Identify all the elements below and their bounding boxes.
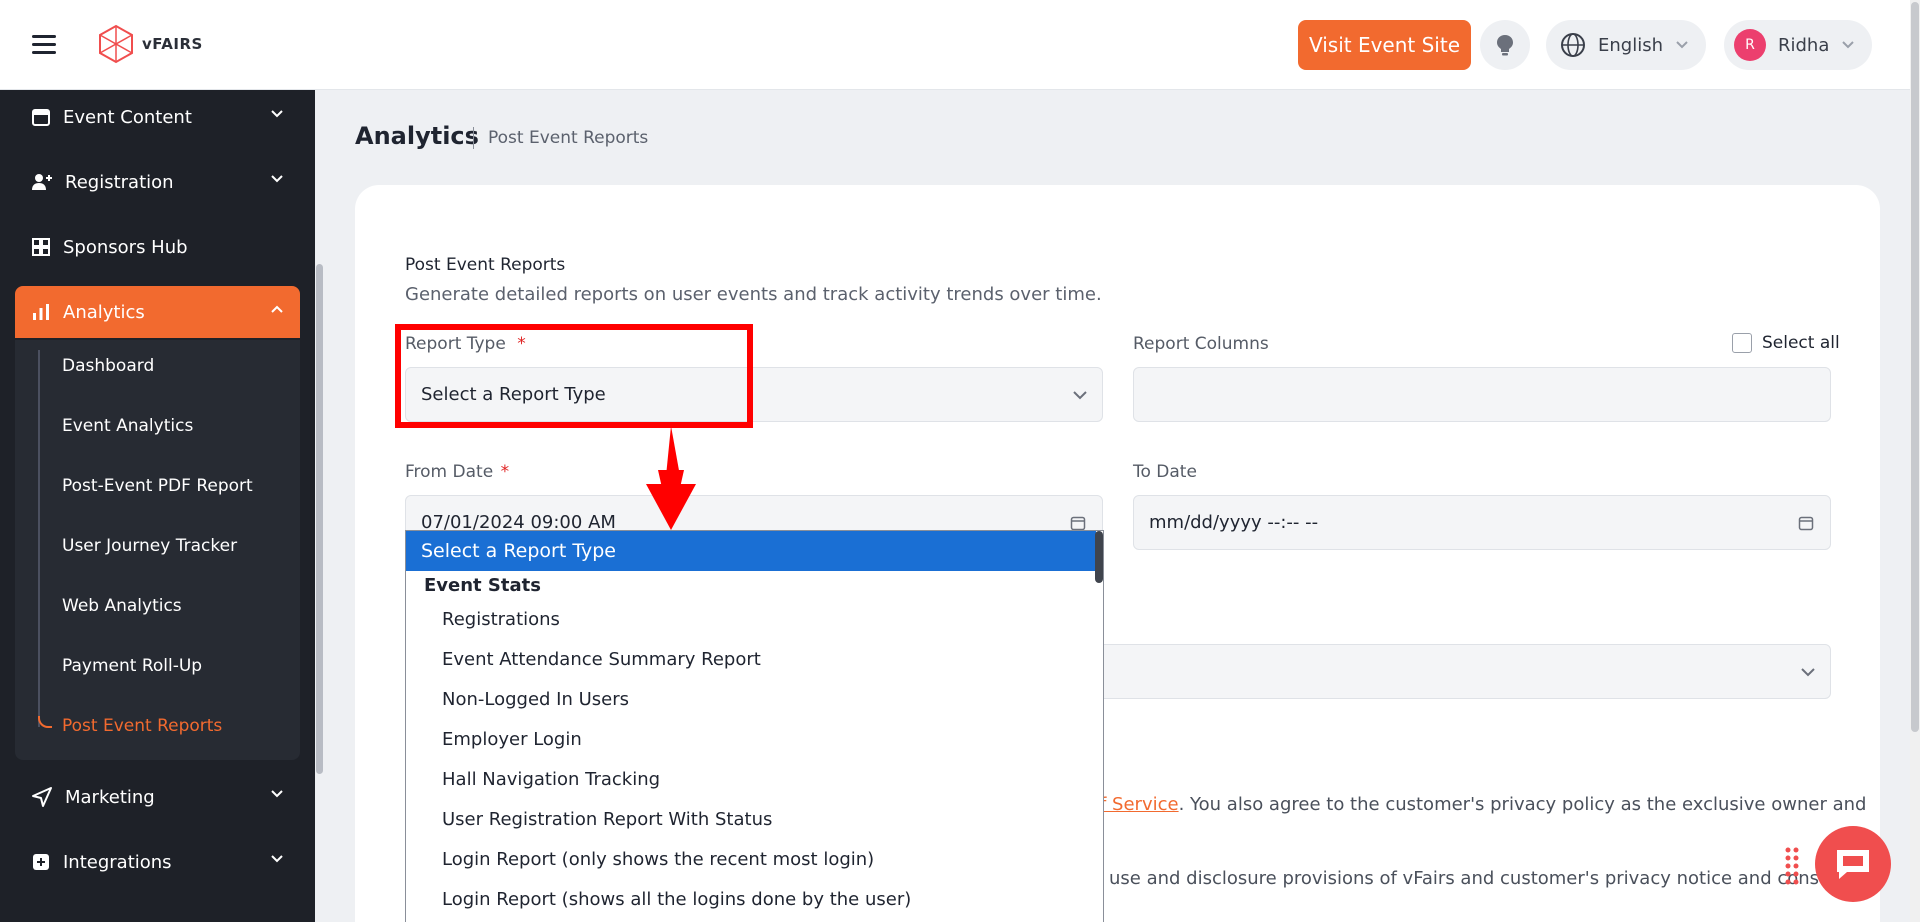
- sidebar-subitem-user-journey-tracker[interactable]: User Journey Tracker: [62, 536, 237, 556]
- to-date-placeholder: mm/dd/yyyy --:-- --: [1149, 512, 1319, 533]
- report-columns-label: Report Columns: [1133, 334, 1269, 354]
- sidebar-item-label: Sponsors Hub: [63, 236, 188, 258]
- to-date-label: To Date: [1133, 462, 1197, 482]
- user-plus-icon: [32, 174, 52, 190]
- calendar-icon[interactable]: [1798, 515, 1814, 531]
- terms-text-content: . You also agree to the customer's priva…: [1178, 794, 1867, 815]
- required-mark: *: [500, 462, 510, 482]
- dropdown-scrollbar[interactable]: [1095, 531, 1103, 583]
- calendar-icon: [32, 109, 50, 126]
- terms-text: f Service. You also agree to the custome…: [1100, 794, 1866, 815]
- dropdown-option[interactable]: Employer Login: [406, 723, 1096, 755]
- chevron-down-icon: [271, 175, 283, 183]
- menu-icon[interactable]: [32, 35, 56, 55]
- logo-text: vFAIRS: [142, 35, 203, 53]
- sidebar-item-analytics[interactable]: Analytics: [15, 286, 300, 338]
- sidebar-item-registration[interactable]: Registration: [15, 156, 300, 208]
- sidebar-item-event-content[interactable]: Event Content: [15, 91, 300, 143]
- sidebar-item-label: Marketing: [65, 786, 155, 808]
- to-date-input[interactable]: mm/dd/yyyy --:-- --: [1133, 495, 1831, 550]
- page-scrollbar[interactable]: [1911, 2, 1919, 732]
- drag-handle-icon[interactable]: [1784, 846, 1800, 888]
- report-type-dropdown[interactable]: Select a Report Type Event Stats Registr…: [405, 530, 1104, 922]
- bar-chart-icon: [33, 304, 49, 320]
- sidebar-scrollbar[interactable]: [316, 264, 323, 774]
- sidebar-subitem-payment-roll-up[interactable]: Payment Roll-Up: [62, 656, 202, 676]
- sidebar-item-integrations[interactable]: Integrations: [15, 836, 300, 888]
- chevron-down-icon: [271, 110, 283, 118]
- sidebar-item-label: Integrations: [63, 851, 172, 873]
- from-date-label-text: From Date: [405, 462, 494, 482]
- visit-event-site-button[interactable]: Visit Event Site: [1298, 20, 1471, 70]
- dropdown-option[interactable]: Login Report (shows all the logins done …: [406, 883, 1096, 915]
- hidden-select-field[interactable]: [1080, 644, 1831, 699]
- sidebar-subitem-web-analytics[interactable]: Web Analytics: [62, 596, 182, 616]
- send-icon: [32, 787, 52, 807]
- section-description: Generate detailed reports on user events…: [405, 284, 1102, 305]
- chat-button[interactable]: [1815, 826, 1891, 902]
- chevron-down-icon: [271, 855, 283, 863]
- dropdown-option-selected[interactable]: Select a Report Type: [406, 531, 1096, 571]
- breadcrumb: Post Event Reports: [488, 128, 649, 148]
- sidebar-item-label: Analytics: [63, 301, 145, 323]
- language-selector[interactable]: English: [1546, 20, 1706, 70]
- dropdown-option[interactable]: Login Report (only shows the recent most…: [406, 843, 1096, 875]
- submenu-guide-line: [38, 350, 40, 727]
- sidebar-item-label: Event Content: [63, 106, 192, 128]
- language-label: English: [1598, 34, 1663, 56]
- avatar: R: [1734, 29, 1766, 61]
- select-all-checkbox[interactable]: Select all: [1732, 333, 1840, 353]
- dropdown-option[interactable]: Event Attendance Summary Report: [406, 643, 1096, 675]
- chevron-up-icon: [271, 305, 283, 313]
- sidebar-subitem-event-analytics[interactable]: Event Analytics: [62, 416, 193, 436]
- user-menu[interactable]: R Ridha: [1724, 20, 1872, 70]
- breadcrumb-divider: [473, 127, 474, 149]
- checkbox[interactable]: [1732, 333, 1752, 353]
- highlight-box: [395, 324, 753, 428]
- red-arrow-icon: [646, 426, 696, 530]
- report-columns-field[interactable]: [1133, 367, 1831, 422]
- grid-icon: [32, 238, 50, 256]
- vfairs-logo[interactable]: vFAIRS: [98, 24, 203, 64]
- dropdown-option[interactable]: Non-Logged In Users: [406, 683, 1096, 715]
- user-name: Ridha: [1778, 34, 1830, 56]
- top-bar: vFAIRS Visit Event Site English R Ridha: [0, 0, 1910, 90]
- terms-link[interactable]: f Service: [1100, 794, 1179, 815]
- globe-icon: [1561, 33, 1585, 57]
- lightbulb-button[interactable]: [1480, 20, 1530, 70]
- dropdown-group-label: Event Stats: [424, 575, 541, 596]
- chevron-down-icon: [1073, 391, 1087, 400]
- chat-icon: [1837, 850, 1869, 879]
- sidebar-item-marketing[interactable]: Marketing: [15, 771, 300, 823]
- sidebar-subitem-dashboard[interactable]: Dashboard: [62, 356, 154, 376]
- sidebar-item-label: Registration: [65, 171, 174, 193]
- privacy-text: use and disclosure provisions of vFairs …: [1109, 868, 1871, 889]
- sidebar-item-sponsors-hub[interactable]: Sponsors Hub: [15, 221, 300, 273]
- dropdown-option[interactable]: User Registration Report With Status: [406, 803, 1096, 835]
- lightbulb-icon: [1497, 35, 1513, 56]
- select-all-label: Select all: [1762, 333, 1840, 353]
- plus-square-icon: [33, 854, 49, 870]
- vfairs-logo-icon: [99, 24, 133, 64]
- chevron-down-icon: [1842, 41, 1855, 49]
- section-title: Post Event Reports: [405, 255, 566, 275]
- chevron-down-icon: [1801, 668, 1815, 677]
- chevron-down-icon: [1676, 41, 1688, 49]
- dropdown-option[interactable]: Hall Navigation Tracking: [406, 763, 1096, 795]
- sidebar-subitem-post-event-pdf-report[interactable]: Post-Event PDF Report: [62, 476, 253, 496]
- chevron-down-icon: [271, 790, 283, 798]
- dropdown-option[interactable]: Registrations: [406, 603, 1096, 635]
- page-title: Analytics: [355, 122, 479, 150]
- calendar-icon[interactable]: [1070, 515, 1086, 531]
- from-date-label: From Date *: [405, 462, 509, 482]
- sidebar-subitem-post-event-reports[interactable]: Post Event Reports: [62, 716, 222, 736]
